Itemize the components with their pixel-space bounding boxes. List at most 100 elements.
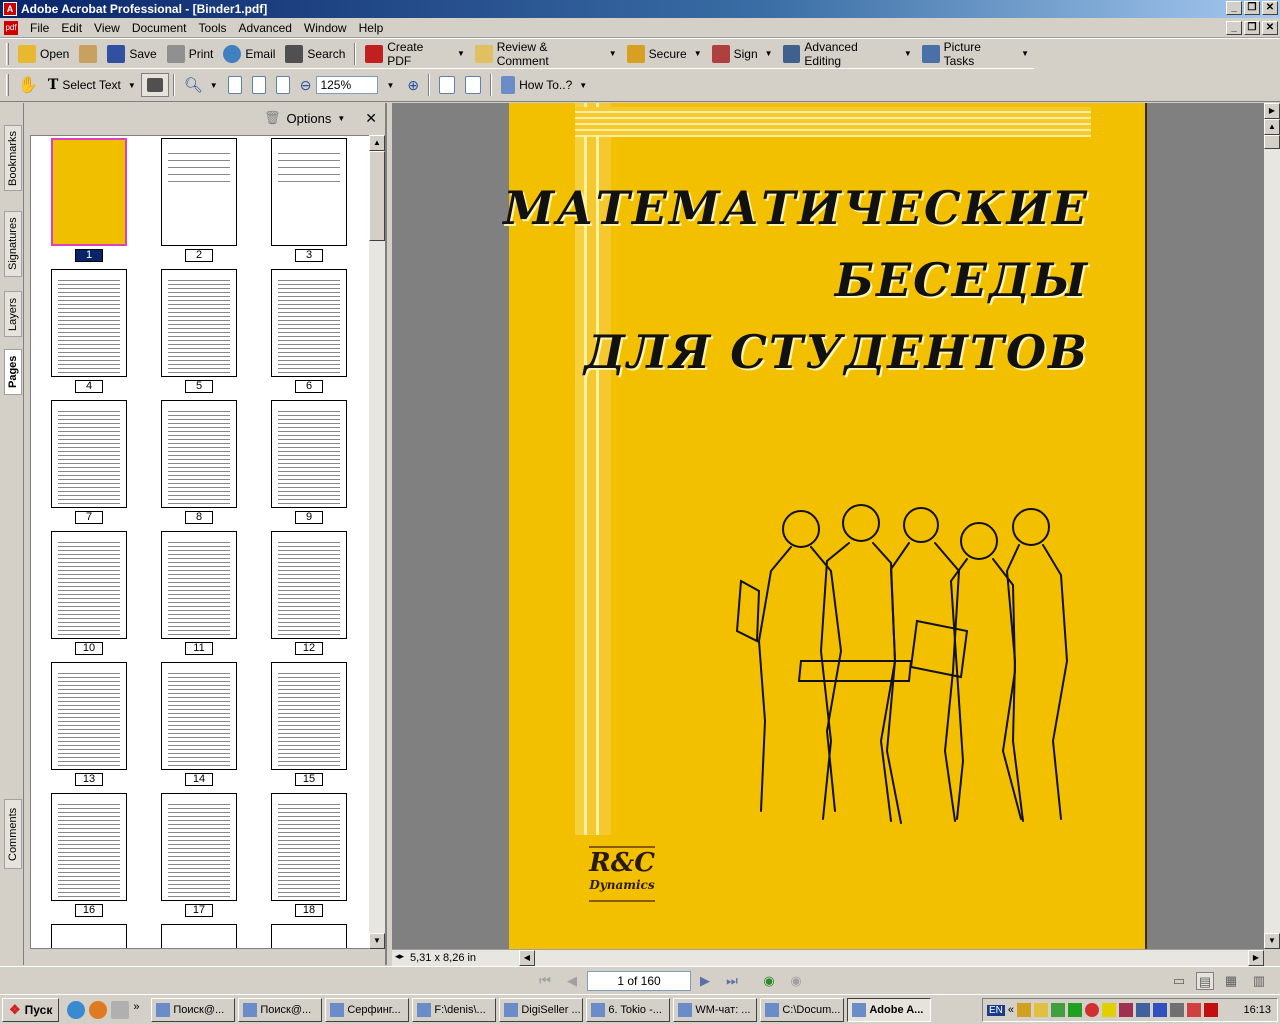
menu-tools[interactable]: Tools: [193, 21, 233, 35]
trash-icon[interactable]: 🗑︎: [264, 110, 281, 126]
document-view[interactable]: МАТЕМАТИЧЕСКИЕ БЕСЕДЫ ДЛЯ СТУДЕНТОВ R&C …: [392, 103, 1264, 949]
language-indicator[interactable]: EN: [987, 1004, 1005, 1016]
single-page-icon[interactable]: ▭: [1170, 972, 1188, 990]
menu-view[interactable]: View: [88, 21, 126, 35]
taskbar-task-button[interactable]: WM-чат: ...: [673, 997, 758, 1022]
start-button[interactable]: ❖ Пуск: [2, 997, 60, 1022]
page-thumbnail[interactable]: [161, 531, 237, 639]
secure-button[interactable]: Secure ▼: [622, 42, 707, 66]
page-number-label[interactable]: 9: [295, 511, 323, 524]
tray-app-icon[interactable]: [1119, 1003, 1134, 1017]
chevron-down-icon[interactable]: ▼: [457, 49, 465, 58]
scroll-up-arrow[interactable]: ▲: [1264, 119, 1280, 135]
calculator-icon[interactable]: [111, 1000, 130, 1019]
save-button[interactable]: Save: [102, 42, 161, 66]
go-forward-icon[interactable]: ◉: [787, 972, 805, 990]
scroll-right-arrow[interactable]: ▶: [1248, 950, 1264, 966]
hand-tool-button[interactable]: ✋: [13, 73, 43, 97]
email-button[interactable]: Email: [218, 42, 280, 66]
menu-help[interactable]: Help: [353, 21, 390, 35]
doc-minimize-button[interactable]: _: [1226, 21, 1242, 35]
warning-icon[interactable]: [1102, 1003, 1117, 1017]
page-thumbnail[interactable]: [51, 793, 127, 901]
minimize-button[interactable]: _: [1226, 1, 1242, 15]
page-number-label[interactable]: 11: [185, 642, 213, 655]
document-icon[interactable]: pdf: [4, 20, 18, 35]
page-thumbnail[interactable]: [161, 138, 237, 246]
page-thumbnail[interactable]: [161, 269, 237, 377]
tab-comments[interactable]: Comments: [4, 799, 22, 869]
page-thumbnail[interactable]: [161, 924, 237, 948]
advanced-editing-button[interactable]: Advanced Editing ▼: [778, 40, 917, 68]
organizer-button[interactable]: [74, 42, 102, 66]
continuous-page-icon[interactable]: ▤: [1196, 972, 1214, 990]
page-number-label[interactable]: 12: [295, 642, 323, 655]
taskbar-task-button[interactable]: 6. Tokio -...: [586, 997, 671, 1022]
mail-agent-icon[interactable]: [89, 1000, 108, 1019]
scroll-down-arrow[interactable]: ▼: [369, 933, 385, 949]
page-number-label[interactable]: 15: [295, 773, 323, 786]
taskbar-task-button[interactable]: C:\Docum...: [760, 997, 845, 1022]
zoom-level-input[interactable]: 125%: [316, 76, 379, 94]
page-thumbnail[interactable]: [271, 138, 347, 246]
page-number-label[interactable]: 18: [295, 904, 323, 917]
taskbar-task-button[interactable]: F:\denis\...: [412, 997, 497, 1022]
menu-document[interactable]: Document: [126, 21, 193, 35]
chevron-down-icon[interactable]: ▼: [904, 49, 912, 58]
page-thumbnail[interactable]: [161, 662, 237, 770]
tray-expand-icon[interactable]: «: [1008, 1004, 1014, 1016]
page-number-label[interactable]: 3: [295, 249, 323, 262]
menu-window[interactable]: Window: [298, 21, 353, 35]
page-thumbnail[interactable]: [51, 400, 127, 508]
how-to-button[interactable]: How To..? ▼: [496, 73, 592, 97]
rotate-ccw-button[interactable]: [460, 73, 486, 97]
continuous-facing-icon[interactable]: ▥: [1250, 972, 1268, 990]
page-number-label[interactable]: 6: [295, 380, 323, 393]
page-thumbnail[interactable]: [51, 531, 127, 639]
tray-app-icon[interactable]: [1153, 1003, 1168, 1017]
doc-restore-button[interactable]: ❐: [1244, 21, 1260, 35]
review-comment-button[interactable]: Review & Comment ▼: [470, 40, 622, 68]
thumbnails-scrollbar[interactable]: ▲ ▼: [369, 135, 385, 949]
rotate-cw-button[interactable]: [434, 73, 460, 97]
zoom-in-tool-button[interactable]: 🔍︎ ▼: [179, 73, 223, 97]
previous-page-icon[interactable]: ◀: [563, 972, 581, 990]
print-button[interactable]: Print: [162, 42, 219, 66]
document-horizontal-scrollbar[interactable]: ◂▸ 5,31 x 8,26 in ◀ ▶: [392, 949, 1264, 966]
page-thumbnail[interactable]: [51, 269, 127, 377]
chevron-down-icon[interactable]: ▼: [337, 114, 345, 123]
taskbar-task-button[interactable]: Поиск@...: [151, 997, 236, 1022]
tray-app-icon[interactable]: [1051, 1003, 1066, 1017]
document-vertical-scrollbar[interactable]: ▶ ▲ ▼: [1264, 103, 1280, 949]
split-view-arrow[interactable]: ▶: [1264, 103, 1280, 119]
go-back-icon[interactable]: ◉: [760, 972, 778, 990]
tray-app-icon[interactable]: [1017, 1003, 1032, 1017]
page-number-label[interactable]: 5: [185, 380, 213, 393]
chevron-down-icon[interactable]: ▼: [579, 81, 587, 90]
tray-app-icon[interactable]: [1187, 1003, 1202, 1017]
page-number-input[interactable]: 1 of 160: [587, 971, 691, 991]
page-number-label[interactable]: 14: [185, 773, 213, 786]
taskbar-task-button[interactable]: Поиск@...: [238, 997, 323, 1022]
tray-app-icon[interactable]: [1085, 1003, 1100, 1017]
document-scrollbar-thumb[interactable]: [1264, 135, 1280, 149]
page-thumbnail[interactable]: [161, 400, 237, 508]
page-number-label[interactable]: 2: [185, 249, 213, 262]
open-button[interactable]: Open: [13, 42, 74, 66]
snapshot-button[interactable]: [140, 73, 169, 97]
browser-icon[interactable]: [67, 1000, 86, 1019]
facing-pages-icon[interactable]: ▦: [1222, 972, 1240, 990]
chevron-down-icon[interactable]: ▼: [128, 81, 136, 90]
page-number-label[interactable]: 7: [75, 511, 103, 524]
page-thumbnail[interactable]: [271, 531, 347, 639]
last-page-icon[interactable]: ⏭: [723, 972, 741, 990]
fit-width-button[interactable]: [271, 73, 295, 97]
page-number-label[interactable]: 17: [185, 904, 213, 917]
volume-icon[interactable]: [1170, 1003, 1185, 1017]
network-icon[interactable]: [1136, 1003, 1151, 1017]
play-icon[interactable]: [1068, 1003, 1083, 1017]
menu-edit[interactable]: Edit: [55, 21, 88, 35]
antivirus-icon[interactable]: [1204, 1003, 1219, 1017]
page-number-label[interactable]: 8: [185, 511, 213, 524]
page-thumbnail[interactable]: [51, 138, 127, 246]
